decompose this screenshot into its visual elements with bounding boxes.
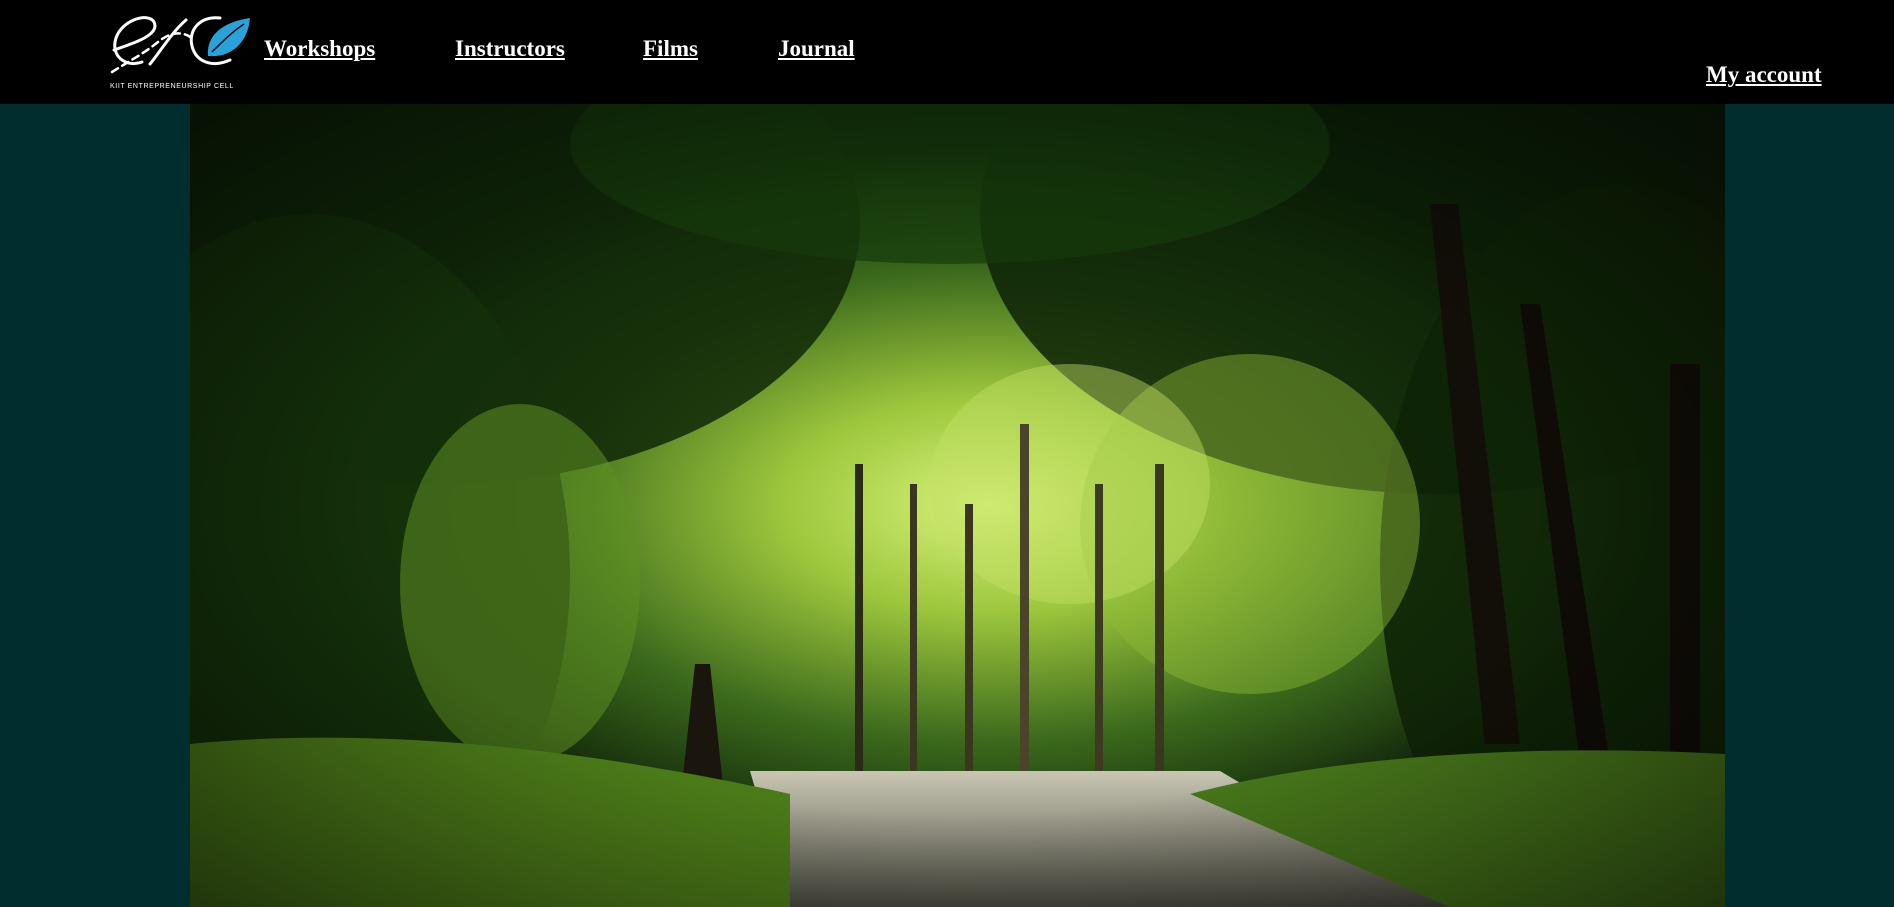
my-account-link[interactable]: My account	[1706, 62, 1822, 88]
nav-link-films[interactable]: Films	[643, 36, 698, 62]
exc-logo[interactable]: KIIT ENTREPRENEURSHIP CELL	[108, 12, 252, 92]
top-navigation-bar: KIIT ENTREPRENEURSHIP CELL Workshops Ins…	[0, 0, 1894, 104]
nav-link-instructors[interactable]: Instructors	[455, 36, 565, 62]
nav-link-workshops[interactable]: Workshops	[264, 36, 375, 62]
logo-tagline: KIIT ENTREPRENEURSHIP CELL	[110, 83, 234, 90]
nav-link-journal[interactable]: Journal	[778, 36, 855, 62]
hero-forest-image	[190, 104, 1725, 907]
